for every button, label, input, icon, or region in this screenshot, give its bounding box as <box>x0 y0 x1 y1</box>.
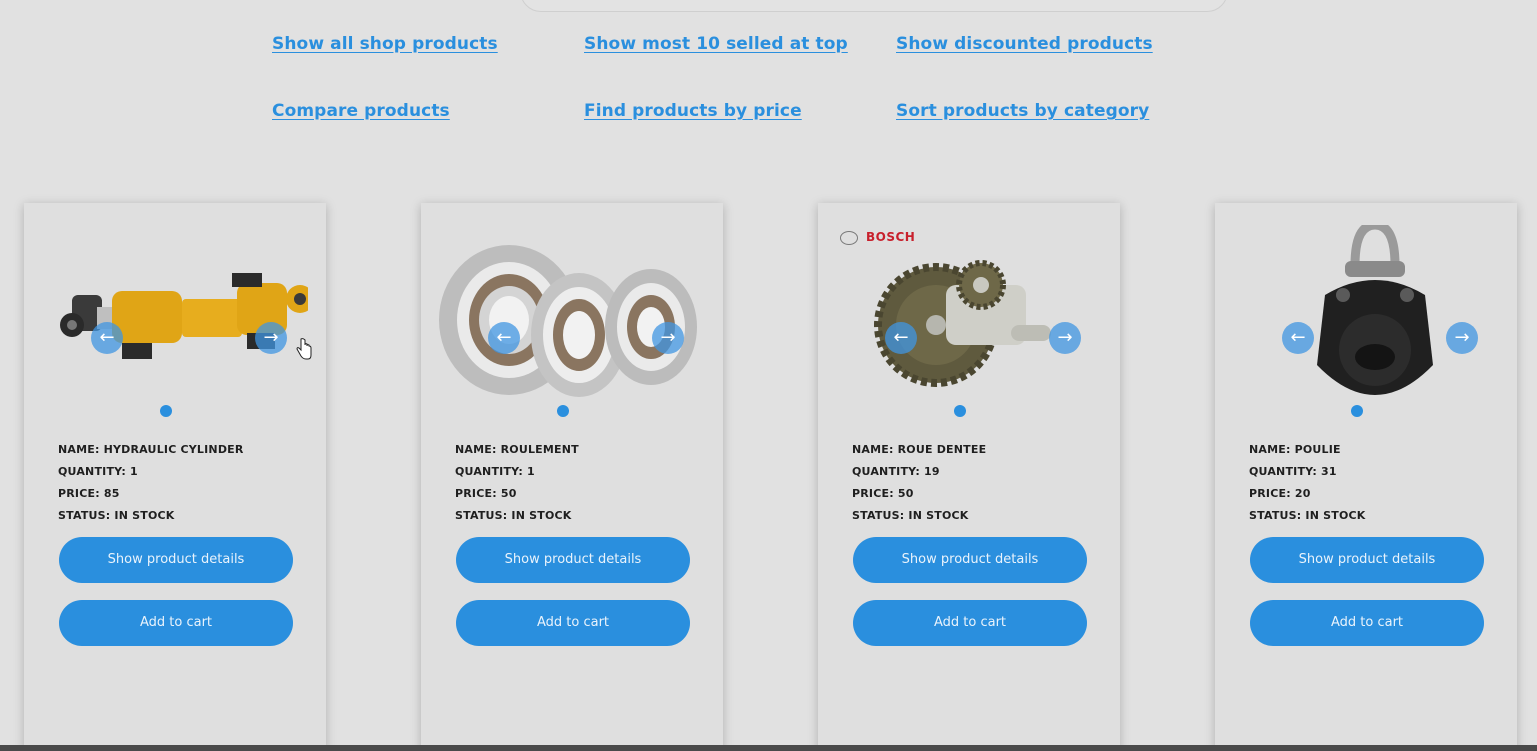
add-to-cart-button[interactable]: Add to cart <box>853 600 1087 646</box>
show-all-products-link[interactable]: Show all shop products <box>272 34 498 54</box>
carousel-dot[interactable] <box>557 405 569 417</box>
carousel-prev-button[interactable]: ← <box>91 322 123 354</box>
carousel-next-button[interactable]: → <box>652 322 684 354</box>
carousel-dot[interactable] <box>1351 405 1363 417</box>
sort-by-category-link[interactable]: Sort products by category <box>896 101 1149 121</box>
product-status: STATUS: IN STOCK <box>852 509 969 522</box>
carousel-prev-button[interactable]: ← <box>885 322 917 354</box>
product-quantity: QUANTITY: 31 <box>1249 465 1337 478</box>
product-status: STATUS: IN STOCK <box>455 509 572 522</box>
product-quantity: QUANTITY: 19 <box>852 465 940 478</box>
show-discounted-link[interactable]: Show discounted products <box>896 34 1153 54</box>
show-product-details-button[interactable]: Show product details <box>59 537 293 583</box>
product-image-carousel: ← → <box>836 225 1102 417</box>
show-top10-link[interactable]: Show most 10 selled at top <box>584 34 848 54</box>
product-info: NAME: ROUE DENTEE QUANTITY: 19 PRICE: 50… <box>852 439 986 527</box>
bottom-bar <box>0 745 1537 751</box>
search-bar[interactable] <box>520 0 1228 12</box>
product-name: NAME: HYDRAULIC CYLINDER <box>58 443 244 456</box>
product-card: ← → NAME: ROULEMENT QUANTITY: 1 PRICE: 5… <box>421 203 723 751</box>
carousel-dot[interactable] <box>160 405 172 417</box>
carousel-prev-button[interactable]: ← <box>488 322 520 354</box>
carousel-next-button[interactable]: → <box>255 322 287 354</box>
show-product-details-button[interactable]: Show product details <box>853 537 1087 583</box>
product-name: NAME: POULIE <box>1249 443 1341 456</box>
product-status: STATUS: IN STOCK <box>58 509 175 522</box>
page: Show all shop products Show most 10 sell… <box>0 0 1537 751</box>
hand-cursor-icon <box>296 338 312 360</box>
product-status: STATUS: IN STOCK <box>1249 509 1366 522</box>
product-info: NAME: HYDRAULIC CYLINDER QUANTITY: 1 PRI… <box>58 439 244 527</box>
carousel-prev-button[interactable]: ← <box>1282 322 1314 354</box>
product-name: NAME: ROULEMENT <box>455 443 579 456</box>
show-product-details-button[interactable]: Show product details <box>1250 537 1484 583</box>
product-card: ← → NAME: HYDRAULIC CYLINDER QUANTITY: 1… <box>24 203 326 751</box>
add-to-cart-button[interactable]: Add to cart <box>456 600 690 646</box>
pulley-image <box>1317 220 1433 395</box>
product-info: NAME: POULIE QUANTITY: 31 PRICE: 20 STAT… <box>1249 439 1366 527</box>
add-to-cart-button[interactable]: Add to cart <box>59 600 293 646</box>
bearing-image <box>439 245 697 397</box>
product-price: PRICE: 85 <box>58 487 120 500</box>
product-image-carousel: ← → <box>1233 220 1499 417</box>
product-info: NAME: ROULEMENT QUANTITY: 1 PRICE: 50 ST… <box>455 439 579 527</box>
hydraulic-cylinder-image <box>60 273 314 359</box>
gear-image <box>874 260 1051 387</box>
carousel-dot[interactable] <box>954 405 966 417</box>
product-image-carousel: ← → <box>42 225 314 417</box>
compare-products-link[interactable]: Compare products <box>272 101 450 121</box>
find-by-price-link[interactable]: Find products by price <box>584 101 802 121</box>
product-price: PRICE: 50 <box>455 487 517 500</box>
show-product-details-button[interactable]: Show product details <box>456 537 690 583</box>
product-image-carousel: ← → <box>439 225 705 417</box>
product-card: BOSCH ← → NAME: ROUE DENTEE QUANTITY: 19… <box>818 203 1120 751</box>
carousel-next-button[interactable]: → <box>1446 322 1478 354</box>
product-price: PRICE: 50 <box>852 487 914 500</box>
product-price: PRICE: 20 <box>1249 487 1311 500</box>
product-card: ← → NAME: POULIE QUANTITY: 31 PRICE: 20 … <box>1215 203 1517 751</box>
product-quantity: QUANTITY: 1 <box>455 465 535 478</box>
add-to-cart-button[interactable]: Add to cart <box>1250 600 1484 646</box>
product-name: NAME: ROUE DENTEE <box>852 443 987 456</box>
product-quantity: QUANTITY: 1 <box>58 465 138 478</box>
carousel-next-button[interactable]: → <box>1049 322 1081 354</box>
